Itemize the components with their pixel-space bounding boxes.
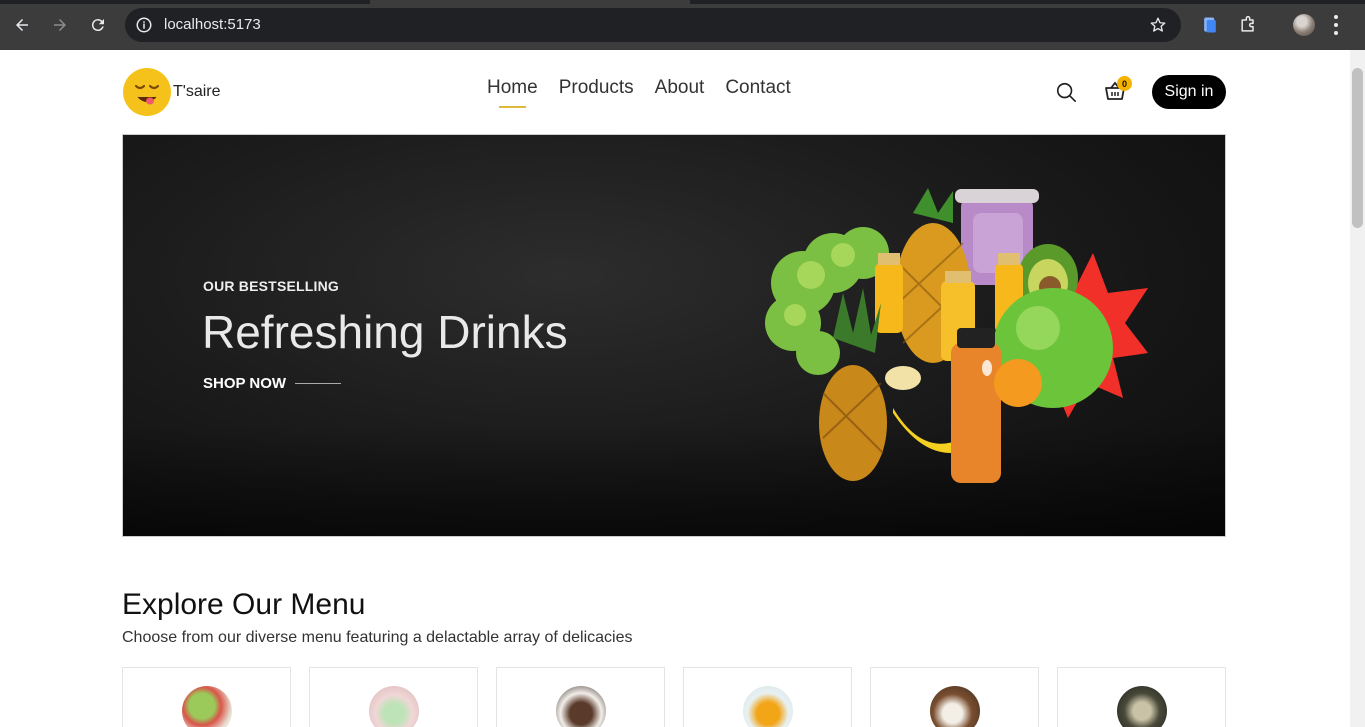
shop-now-label: SHOP NOW [203, 375, 287, 392]
smoothie-image [369, 686, 419, 727]
menu-category-card[interactable] [870, 667, 1039, 727]
menu-category-card[interactable] [309, 667, 478, 727]
juice-image [743, 686, 793, 727]
reload-icon [91, 19, 104, 32]
hero-headline: Refreshing Drinks [202, 306, 568, 358]
nav-contact[interactable]: Contact [725, 77, 790, 99]
address-bar[interactable]: localhost:5173 [125, 8, 1181, 42]
bowl-dish-image [1117, 686, 1167, 727]
shop-now-link[interactable]: SHOP NOW [203, 375, 342, 392]
smiley-logo-icon [123, 68, 171, 116]
sign-in-button[interactable]: Sign in [1152, 75, 1226, 109]
page-viewport: T'saire Home Products About Contact 0 Si… [0, 50, 1350, 727]
arrow-right-icon [54, 19, 66, 31]
forward-button[interactable] [46, 11, 74, 39]
info-icon[interactable] [135, 16, 153, 34]
search-icon[interactable] [1055, 81, 1077, 103]
extensions-puzzle-icon[interactable] [1238, 15, 1258, 35]
nav-about[interactable]: About [655, 77, 705, 99]
explore-title: Explore Our Menu [122, 588, 366, 621]
extension-docs-icon[interactable] [1200, 15, 1220, 35]
menu-category-card[interactable] [496, 667, 665, 727]
arrow-left-icon [16, 19, 28, 31]
bookmark-star-icon[interactable] [1149, 16, 1167, 34]
browser-menu-icon[interactable] [1333, 15, 1339, 35]
fruits-and-drinks-image [765, 188, 1148, 483]
url-text: localhost:5173 [164, 16, 261, 33]
cta-underline [295, 383, 342, 384]
brand-name: T'saire [173, 83, 221, 100]
scrollbar-thumb[interactable] [1352, 68, 1363, 228]
nav-products[interactable]: Products [559, 77, 634, 99]
profile-avatar[interactable] [1293, 14, 1315, 36]
main-nav: Home Products About Contact [487, 77, 791, 108]
reload-button[interactable] [84, 11, 112, 39]
tab-strip [0, 0, 1365, 4]
browser-chrome: localhost:5173 [0, 0, 1365, 50]
menu-category-card[interactable] [1057, 667, 1226, 727]
menu-category-card[interactable] [683, 667, 852, 727]
menu-category-list [122, 667, 1226, 727]
active-tab-edge [370, 0, 690, 4]
page-scrollbar[interactable] [1350, 50, 1365, 727]
salad-image [182, 686, 232, 727]
back-button[interactable] [8, 11, 36, 39]
explore-subtitle: Choose from our diverse menu featuring a… [122, 629, 633, 646]
nav-home[interactable]: Home [487, 77, 538, 108]
menu-category-card[interactable] [122, 667, 291, 727]
hero-kicker: OUR BESTSELLING [203, 278, 340, 294]
cart-count-badge: 0 [1117, 76, 1132, 91]
hero-banner: OUR BESTSELLING Refreshing Drinks SHOP N… [122, 134, 1226, 537]
coconut-image [930, 686, 980, 727]
chocolate-dessert-image [556, 686, 606, 727]
site-logo[interactable]: T'saire [123, 68, 221, 116]
